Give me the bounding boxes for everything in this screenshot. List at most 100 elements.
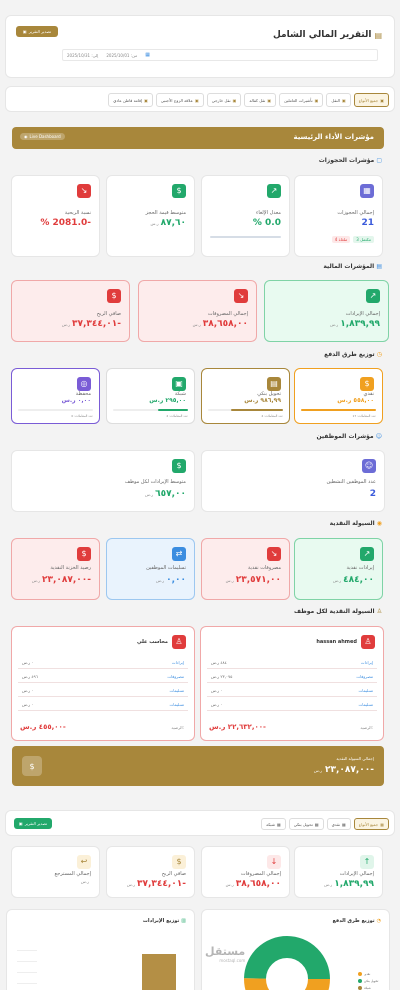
share-fill [158,409,188,411]
bookings-section-title: ▢ مؤشرات الحجوزات [318,157,382,164]
payment-card: ▣ شبكة ٢٩٥,٠٠ ر.س عدد المعاملات: 2 [106,368,195,424]
payment-legend: نقدي تحويل بنكي شبكة [358,972,378,990]
share-bar [18,409,93,411]
bottom-filter-tab[interactable]: ▦ تحويل بنكي [288,818,324,830]
cash-icon: $ [77,547,91,561]
payment-card: ◎ محفظة ٠,٠٠ ر.س عدد المعاملات: 0 [11,368,100,424]
revenue-chart-card: ▥ توزيع الإيرادات [6,909,195,990]
share-fill [230,409,283,411]
money-icon: $ [22,756,42,776]
filter-icon: ▦ [380,821,384,827]
revenue-chart-title: توزيع الإيرادات [142,918,180,924]
cash-summary-currency: ر.س [313,768,322,773]
kpi-title: مؤشرات الأداء الرئيسية [293,133,374,141]
employee-name: hassan ahmed [316,639,357,645]
coin-icon: ◉ [374,520,382,527]
employee-icon: $ [172,459,186,473]
filter-tab[interactable]: ▣ إقامة قاطن عادي [108,93,153,107]
filter-tab[interactable]: ▣ نقل خارجي [206,93,242,107]
legend-item: تحويل بنكي [358,979,378,983]
type-icon: ▣ [232,97,237,103]
metric-icon: ↗ [267,184,281,198]
type-icon: ▣ [341,97,346,103]
cash-row: تسليمات ٠ ر.س [207,699,377,711]
cash-section-title: ◉ السيولة النقدية [329,520,382,527]
export-report-button[interactable]: ▣ تصدير التقرير [16,26,58,37]
completed-badge: مكتمل 3 [353,236,374,243]
legend-swatch [358,979,362,983]
employee-cash-card: ♙ محاسب علي إيرادات ٠ ر.س مصروفات ٤٩٦ ر.س تسلي… [11,626,195,741]
employee-avatar-icon: ♙ [172,635,186,649]
bottom-filter-tab[interactable]: ▦ نقدي [326,818,351,830]
cancelled-badge: ملغاة 4 [331,236,351,243]
bottom-filter-bar: ▦ جميع الأنواع ▦ نقدي ▦ تحويل بنكي ▦ شبكة ▣ تصدي… [5,810,395,836]
filter-tab[interactable]: ▣ تأشيرات العاملين [279,93,324,107]
employees-section-title: ☺ مؤشرات الموظفين [316,433,382,440]
summary-card: ↑ إجمالي الإيرادات ١,٨٣٩,٩٩ ر.س [294,846,383,898]
filter-tab[interactable]: ▣ علاقة الزوج الأجنبي [155,93,204,107]
axis-ticks [17,940,37,990]
metric-icon: $ [172,184,186,198]
type-filter-bar: ▣ جميع الأنواع ▣ النقل ▣ تأشيرات العاملين ▣ نقل… [5,86,395,112]
bottom-filter-tabs: ▦ جميع الأنواع ▦ نقدي ▦ تحويل بنكي ▦ شبكة [261,818,389,830]
calendar-icon: ▦ [145,52,150,58]
finance-icon: ↘ [234,289,248,303]
type-icon: ▣ [267,97,272,103]
metric-icon: ↘ [77,184,91,198]
filter-tab[interactable]: ▣ النقل [326,93,351,107]
user-icon: ♙ [374,608,382,615]
payment-donut [244,936,330,990]
share-fill [301,409,376,411]
cash-icon: ↘ [267,547,281,561]
employee-balance: -٤٥٥,٠٠ ر.س [20,723,66,731]
cash-card: $ رصيد الخزنة النقدية -٢٣,٠٨٧,٠٠ ر.س [11,538,100,600]
filter-tab[interactable]: ▣ نقل كفالة [244,93,277,107]
payments-section-title: ◷ توزيع طرق الدفع [324,351,382,358]
filter-icon: ▦ [314,821,319,827]
employee-metric-card: ☺ عدد الموظفين النشطين 2 [201,450,385,512]
metric-icon: ▦ [360,184,374,198]
booking-card: $ متوسط قيمة الحجز ٨٧,٦٠ ر.س [106,175,195,257]
finance-icon: $ [107,289,121,303]
summary-icon: ↩ [77,855,91,869]
users-icon: ☺ [373,433,382,440]
share-bar [113,409,188,411]
payment-chart-title: توزيع طرق الدفع [332,918,375,924]
finance-icon: ↗ [366,289,380,303]
employee-balance: -٢٢,٦٣٢,٠٠ ر.س [209,723,266,731]
cash-card: ↗ إيرادات نقدية ٤٨٤,٠٠ ر.س [294,538,383,600]
legend-item: نقدي [358,972,378,976]
download-icon: ▣ [18,821,23,826]
finance-card: ↘ إجمالي المصروفات ٣٨,٦٥٨,٠٠ ر.س [138,280,257,342]
pie-icon: ◔ [376,918,381,924]
download-icon: ▣ [22,29,27,34]
share-bar [208,409,283,411]
legend-swatch [358,972,362,976]
summary-icon: ↑ [360,855,374,869]
payment-card: ▤ تحويل بنكي ٩٨٦,٩٩ ر.س عدد المعاملات: 4 [201,368,290,424]
bottom-export-button[interactable]: ▣ تصدير التقرير [14,818,52,829]
booking-card: ▦ إجمالي الحجوزات 21 مكتمل 3 ملغاة 4 [294,175,383,257]
clock-icon: ◷ [374,351,382,358]
type-icon: ▣ [314,97,319,103]
summary-icon: $ [172,855,186,869]
legend-swatch [358,986,362,990]
cash-icon: ↗ [360,547,374,561]
cash-summary-label: إجمالي السيولة النقدية [336,756,374,761]
document-icon: ▤ [374,263,382,270]
payment-icon: ▤ [267,377,281,391]
bottom-filter-tab[interactable]: ▦ جميع الأنواع [353,818,389,830]
payment-icon: $ [360,377,374,391]
cash-row: مصروفات ٢٣,٠٧٥ ر.س [207,671,377,683]
pulse-icon: ◉ [24,134,28,139]
filter-icon: ▦ [276,821,281,827]
bottom-filter-tab[interactable]: ▦ شبكة [261,818,286,830]
cash-row: تسليمات ٠ ر.س [207,685,377,697]
calendar-icon: ▢ [374,157,382,164]
filter-tab[interactable]: ▣ جميع الأنواع [353,93,389,107]
booking-card: ↘ نسبة الربحية -2081.0 % [11,175,100,257]
page-title: ▤ التقرير المالي الشامل [273,30,382,40]
cash-card: ⇄ تسليمات الموظفين ٠,٠٠ ر.س [106,538,195,600]
cash-card: ↘ مصروفات نقدية ٢٣,٥٧١,٠٠ ر.س [201,538,290,600]
summary-card: ↩ إجمالي المسترجع ر.س [11,846,100,898]
